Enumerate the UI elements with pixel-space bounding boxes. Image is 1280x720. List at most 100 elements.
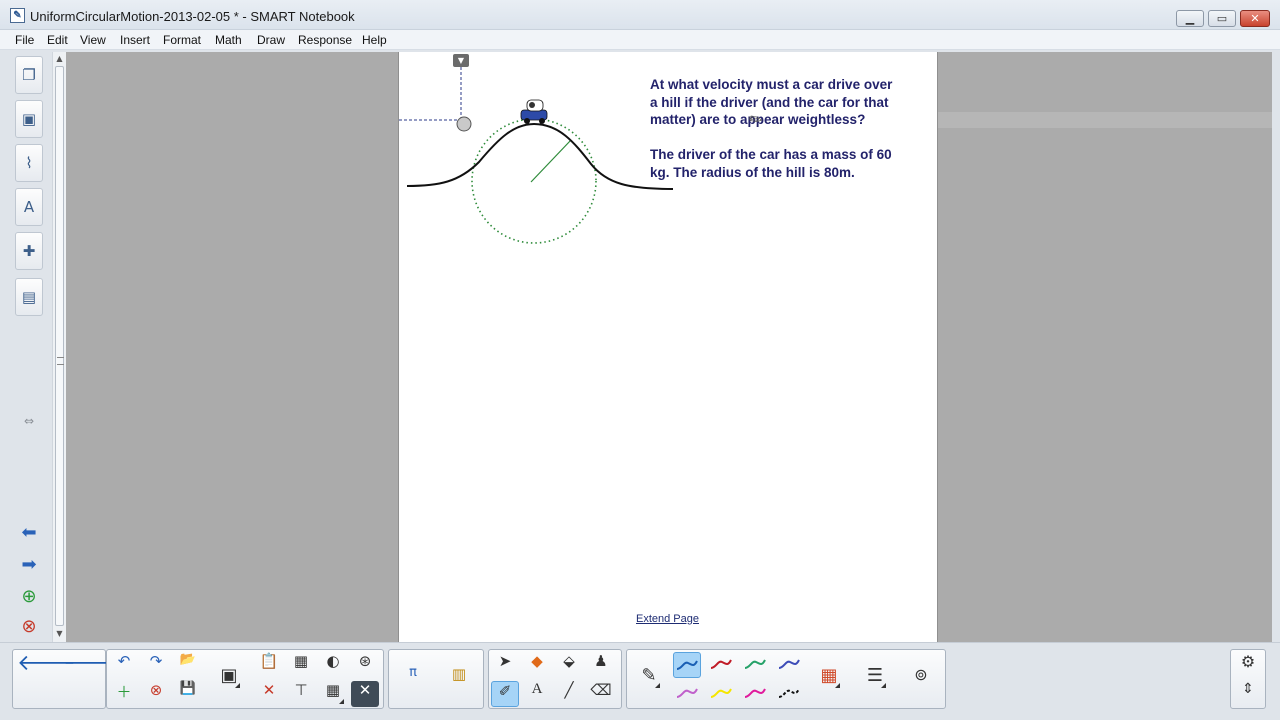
pen-swatch-icon [778, 659, 800, 669]
close-x-icon[interactable]: ✕ [351, 681, 379, 707]
full-screen-icon[interactable]: ⊤ [287, 681, 315, 707]
tab-attachments[interactable]: ⌇ [15, 144, 43, 182]
pen-color-green[interactable] [741, 652, 769, 678]
extend-page-link[interactable]: Extend Page [636, 613, 699, 625]
pen-color-indigo[interactable] [775, 652, 803, 678]
scroll-down-icon[interactable]: ▼ [53, 628, 66, 640]
question-paragraph-1[interactable]: At what velocity must a car drive over a… [650, 76, 925, 129]
eraser-icon[interactable]: ⌫ [587, 681, 615, 707]
color-palette-icon[interactable]: ▦ [815, 665, 843, 691]
math-pi-icon[interactable]: π [399, 665, 427, 691]
smart-notebook-window: ✎ UniformCircularMotion-2013-02-05 * - S… [0, 0, 1280, 720]
pen-color-purple[interactable] [673, 681, 701, 707]
scrollbar-thumb[interactable] [55, 66, 64, 626]
hill-curve [406, 122, 674, 190]
question-line: a hill if the driver (and the car for th… [650, 94, 889, 110]
menu-draw[interactable]: Draw [257, 33, 285, 47]
menu-help[interactable]: Help [362, 33, 387, 47]
delete-page-side-icon[interactable]: ⊗ [16, 614, 42, 640]
menu-bar: File Edit View Insert Format Math Draw R… [0, 30, 1280, 50]
math-tools-group: π ▥ [388, 649, 484, 709]
menu-math[interactable]: Math [215, 33, 242, 47]
rotation-handle [456, 116, 472, 132]
question-line: At what velocity must a car drive over [650, 77, 893, 92]
pen-swatch-icon [676, 660, 698, 670]
fill-icon[interactable]: ⬙ [555, 652, 583, 678]
forward-arrow-icon[interactable]: 🡒 [63, 650, 122, 706]
car-icon [520, 99, 548, 124]
table-icon[interactable]: ▦ [319, 681, 347, 707]
scroll-up-icon[interactable]: ▲ [53, 53, 66, 65]
close-button[interactable]: ✕ [1240, 10, 1270, 27]
pen-properties-group: ✎ ▦ ☰ ⊚ [626, 649, 946, 709]
pen-tool-icon[interactable]: ✎ [635, 665, 663, 691]
tab-gallery[interactable]: ▣ [15, 100, 43, 138]
gallery-icon: ▣ [21, 110, 37, 128]
workspace: ▼ At what velocity must a car drive over… [66, 52, 1272, 642]
move-toolbar-icon[interactable]: ⇕ [1234, 681, 1262, 707]
pen-color-black[interactable] [775, 681, 803, 707]
minimize-button[interactable]: ▁ [1176, 10, 1204, 27]
pen-color-blue[interactable] [673, 652, 701, 678]
question-line: matter) are to appear weightless? [650, 112, 866, 127]
pen-swatch-icon [744, 659, 766, 669]
page-shadow-strip [938, 112, 1272, 128]
tab-addons[interactable]: ✚ [15, 232, 43, 270]
add-page-side-icon[interactable]: ⊕ [16, 584, 42, 610]
open-folder-icon[interactable]: 📂 [174, 652, 202, 678]
window-title: UniformCircularMotion-2013-02-05 * - SMA… [30, 9, 355, 24]
spotlight-icon[interactable]: ⊛ [351, 652, 379, 678]
pen-swatch-icon [710, 659, 732, 669]
text-icon[interactable]: A [523, 681, 551, 707]
screen-shade-icon[interactable]: ◐ [319, 652, 347, 678]
attachments-icon: ⌇ [25, 154, 33, 172]
redo-icon[interactable]: ↷ [142, 652, 170, 678]
tab-page-sorter[interactable]: ❐ [15, 56, 43, 94]
menu-view[interactable]: View [80, 33, 106, 47]
delete-icon[interactable]: ✕ [255, 681, 283, 707]
next-page-icon[interactable]: ➡ [16, 552, 42, 578]
magic-pen-icon[interactable]: ♟ [587, 652, 615, 678]
maximize-button[interactable]: ▭ [1208, 10, 1236, 27]
add-page-icon[interactable]: ＋ [110, 681, 138, 707]
select-arrow-icon[interactable]: ➤ [491, 652, 519, 678]
previous-page-icon[interactable]: ⬅ [16, 520, 42, 546]
notebook-page[interactable]: ▼ At what velocity must a car drive over… [398, 52, 938, 642]
pens-icon[interactable]: ✐ [491, 681, 519, 707]
left-scrollbar[interactable]: ▲ ▼ [52, 52, 66, 642]
right-scrollbar[interactable] [1272, 52, 1280, 642]
question-paragraph-2[interactable]: The driver of the car has a mass of 60 k… [650, 146, 925, 181]
display-screen-icon[interactable]: ▣ [215, 665, 243, 691]
menu-edit[interactable]: Edit [47, 33, 68, 47]
object-menu-icon[interactable]: ▼ [453, 54, 469, 67]
collapse-sidebar-icon[interactable]: ⇔ [16, 408, 42, 434]
lesson-activity-icon: ▤ [21, 288, 37, 306]
notebook-doc-icon: ✎ [10, 8, 25, 23]
shapes-icon[interactable]: ◆ [523, 652, 551, 678]
line-style-icon[interactable]: ☰ [861, 665, 889, 691]
line-icon[interactable]: ╱ [555, 681, 583, 707]
save-icon[interactable]: 💾 [174, 681, 202, 707]
pen-swatch-icon [744, 688, 766, 698]
menu-response[interactable]: Response [298, 33, 352, 47]
settings-gear-icon[interactable]: ⚙ [1234, 652, 1262, 678]
fill-effects-icon[interactable]: ⊚ [907, 665, 935, 691]
menu-format[interactable]: Format [163, 33, 201, 47]
lesson-toolkit-icon[interactable]: ▥ [445, 665, 473, 691]
paste-icon[interactable]: 📋 [255, 652, 283, 678]
screen-capture-icon[interactable]: ▦ [287, 652, 315, 678]
delete-page-icon[interactable]: ⊗ [142, 681, 170, 707]
pen-color-red[interactable] [707, 652, 735, 678]
undo-icon[interactable]: ↶ [110, 652, 138, 678]
navigation-group: 🡐 🡒 [12, 649, 122, 709]
menu-insert[interactable]: Insert [120, 33, 150, 47]
edit-tools-group: ↶ ↷ 📂 ＋ ⊗ 💾 ▣ 📋 ▦ ◐ ⊛ ✕ ⊤ ▦ ✕ [106, 649, 384, 709]
hill-diagram[interactable] [399, 52, 939, 642]
tab-lesson-activity[interactable]: ▤ [15, 278, 43, 316]
page-sorter-icon: ❐ [22, 66, 36, 84]
menu-file[interactable]: File [15, 33, 34, 47]
pen-color-yellow[interactable] [707, 681, 735, 707]
pen-color-magenta[interactable] [741, 681, 769, 707]
back-arrow-icon[interactable]: 🡐 [17, 650, 76, 706]
tab-properties[interactable]: A [15, 188, 43, 226]
